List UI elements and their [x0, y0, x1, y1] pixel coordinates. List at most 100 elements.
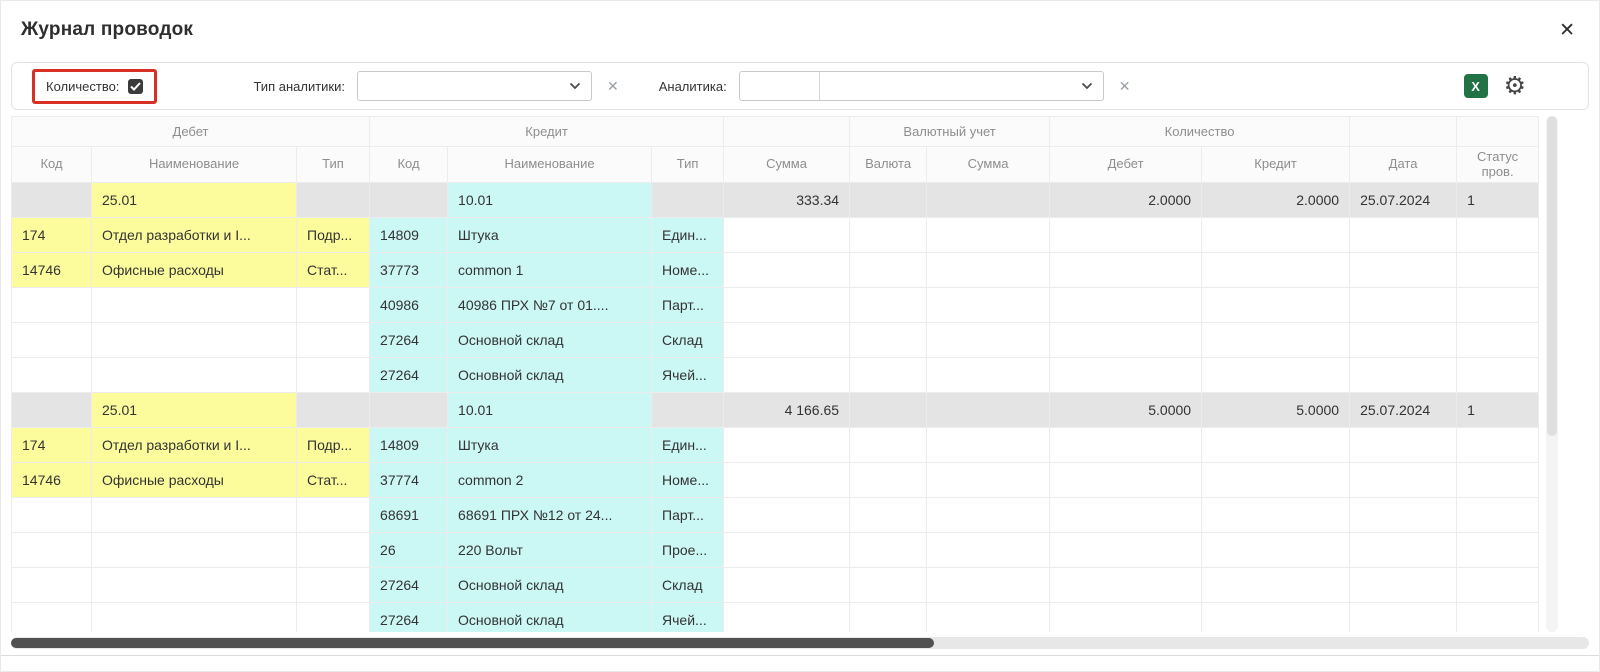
cell-r7-c7[interactable]	[850, 428, 927, 463]
col-header-sum[interactable]: Сумма	[724, 147, 850, 183]
cell-r12-c12[interactable]	[1457, 603, 1539, 633]
cell-r8-c8[interactable]	[927, 463, 1050, 498]
cell-r12-c6[interactable]	[724, 603, 850, 633]
cell-r0-c2[interactable]	[297, 183, 370, 218]
cell-r2-c11[interactable]	[1350, 253, 1457, 288]
cell-r0-c7[interactable]	[850, 183, 927, 218]
cell-r0-c12[interactable]: 1	[1457, 183, 1539, 218]
cell-r12-c2[interactable]	[297, 603, 370, 633]
cell-r2-c6[interactable]	[724, 253, 850, 288]
cell-r5-c8[interactable]	[927, 358, 1050, 393]
cell-r6-c8[interactable]	[927, 393, 1050, 428]
analytics-select[interactable]	[820, 72, 1103, 100]
cell-r12-c8[interactable]	[927, 603, 1050, 633]
cell-r11-c9[interactable]	[1050, 568, 1202, 603]
cell-r0-c1[interactable]: 25.01	[92, 183, 297, 218]
cell-r4-c4[interactable]: Основной склад	[448, 323, 652, 358]
cell-r5-c9[interactable]	[1050, 358, 1202, 393]
cell-r5-c2[interactable]	[297, 358, 370, 393]
cell-r1-c4[interactable]: Штука	[448, 218, 652, 253]
cell-r4-c10[interactable]	[1202, 323, 1350, 358]
cell-r7-c1[interactable]: Отдел разработки и I...	[92, 428, 297, 463]
cell-r6-c10[interactable]: 5.0000	[1202, 393, 1350, 428]
cell-r0-c4[interactable]: 10.01	[448, 183, 652, 218]
excel-export-button[interactable]: X	[1464, 74, 1488, 98]
cell-r2-c8[interactable]	[927, 253, 1050, 288]
cell-r5-c6[interactable]	[724, 358, 850, 393]
cell-r0-c10[interactable]: 2.0000	[1202, 183, 1350, 218]
cell-r0-c0[interactable]	[12, 183, 92, 218]
cell-r1-c0[interactable]: 174	[12, 218, 92, 253]
cell-r4-c12[interactable]	[1457, 323, 1539, 358]
cell-r3-c2[interactable]	[297, 288, 370, 323]
cell-r12-c10[interactable]	[1202, 603, 1350, 633]
cell-r10-c2[interactable]	[297, 533, 370, 568]
cell-r4-c7[interactable]	[850, 323, 927, 358]
cell-r1-c1[interactable]: Отдел разработки и I...	[92, 218, 297, 253]
cell-r10-c12[interactable]	[1457, 533, 1539, 568]
cell-r7-c8[interactable]	[927, 428, 1050, 463]
cell-r3-c0[interactable]	[12, 288, 92, 323]
cell-r6-c6[interactable]: 4 166.65	[724, 393, 850, 428]
settings-gear-icon[interactable]: ⚙	[1504, 74, 1526, 99]
analytics-code-input[interactable]	[740, 72, 820, 100]
cell-r7-c2[interactable]: Подр...	[297, 428, 370, 463]
clear-analytics-type-icon[interactable]: ✕	[607, 78, 619, 95]
cell-r4-c0[interactable]	[12, 323, 92, 358]
col-header-currency[interactable]: Валюта	[850, 147, 927, 183]
cell-r6-c1[interactable]: 25.01	[92, 393, 297, 428]
cell-r10-c7[interactable]	[850, 533, 927, 568]
cell-r8-c4[interactable]: common 2	[448, 463, 652, 498]
cell-r9-c3[interactable]: 68691	[370, 498, 448, 533]
cell-r0-c11[interactable]: 25.07.2024	[1350, 183, 1457, 218]
cell-r8-c11[interactable]	[1350, 463, 1457, 498]
cell-r5-c7[interactable]	[850, 358, 927, 393]
horizontal-scrollbar-thumb[interactable]	[11, 638, 934, 648]
col-header-debit-type[interactable]: Тип	[297, 147, 370, 183]
cell-r10-c1[interactable]	[92, 533, 297, 568]
cell-r11-c2[interactable]	[297, 568, 370, 603]
cell-r2-c7[interactable]	[850, 253, 927, 288]
cell-r5-c0[interactable]	[12, 358, 92, 393]
cell-r7-c11[interactable]	[1350, 428, 1457, 463]
cell-r4-c3[interactable]: 27264	[370, 323, 448, 358]
cell-r2-c1[interactable]: Офисные расходы	[92, 253, 297, 288]
cell-r8-c9[interactable]	[1050, 463, 1202, 498]
cell-r1-c2[interactable]: Подр...	[297, 218, 370, 253]
cell-r10-c9[interactable]	[1050, 533, 1202, 568]
cell-r1-c3[interactable]: 14809	[370, 218, 448, 253]
cell-r3-c3[interactable]: 40986	[370, 288, 448, 323]
cell-r7-c5[interactable]: Един...	[652, 428, 724, 463]
cell-r4-c2[interactable]	[297, 323, 370, 358]
cell-r3-c8[interactable]	[927, 288, 1050, 323]
cell-r10-c11[interactable]	[1350, 533, 1457, 568]
cell-r9-c6[interactable]	[724, 498, 850, 533]
cell-r8-c2[interactable]: Стат...	[297, 463, 370, 498]
cell-r7-c0[interactable]: 174	[12, 428, 92, 463]
cell-r4-c8[interactable]	[927, 323, 1050, 358]
cell-r6-c3[interactable]	[370, 393, 448, 428]
cell-r3-c7[interactable]	[850, 288, 927, 323]
cell-r1-c9[interactable]	[1050, 218, 1202, 253]
cell-r9-c7[interactable]	[850, 498, 927, 533]
cell-r11-c4[interactable]: Основной склад	[448, 568, 652, 603]
cell-r9-c2[interactable]	[297, 498, 370, 533]
cell-r6-c5[interactable]	[652, 393, 724, 428]
cell-r10-c10[interactable]	[1202, 533, 1350, 568]
col-header-debit-code[interactable]: Код	[12, 147, 92, 183]
cell-r11-c0[interactable]	[12, 568, 92, 603]
cell-r2-c2[interactable]: Стат...	[297, 253, 370, 288]
cell-r11-c3[interactable]: 27264	[370, 568, 448, 603]
cell-r5-c1[interactable]	[92, 358, 297, 393]
cell-r11-c6[interactable]	[724, 568, 850, 603]
cell-r11-c1[interactable]	[92, 568, 297, 603]
clear-analytics-icon[interactable]: ✕	[1119, 78, 1131, 95]
cell-r8-c0[interactable]: 14746	[12, 463, 92, 498]
vertical-scrollbar[interactable]	[1546, 116, 1558, 632]
col-header-credit-name[interactable]: Наименование	[448, 147, 652, 183]
cell-r10-c3[interactable]: 26	[370, 533, 448, 568]
cell-r7-c4[interactable]: Штука	[448, 428, 652, 463]
cell-r8-c10[interactable]	[1202, 463, 1350, 498]
cell-r1-c12[interactable]	[1457, 218, 1539, 253]
col-header-status[interactable]: Статус пров.	[1457, 147, 1539, 183]
